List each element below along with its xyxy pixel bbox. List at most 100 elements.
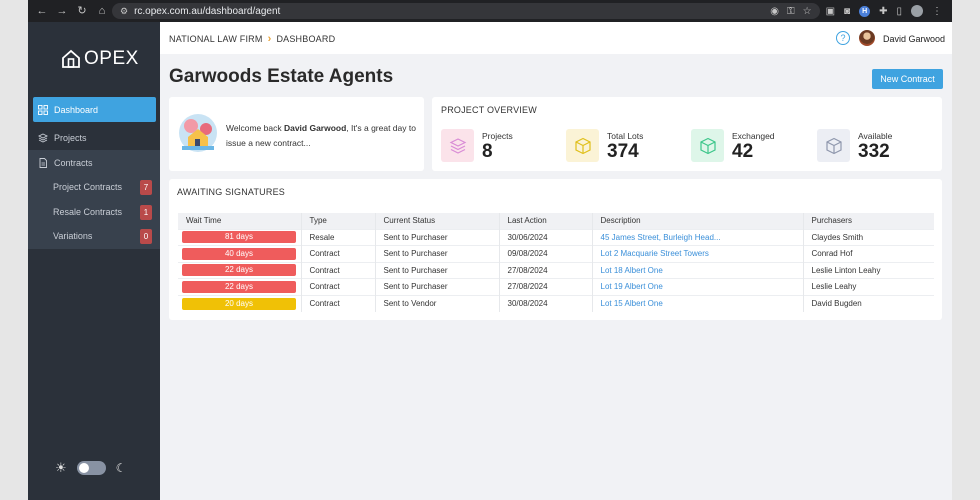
cube-icon [817, 129, 850, 162]
stat-total-lots[interactable]: Total Lots 374 [566, 129, 686, 163]
top-bar: NATIONAL LAW FIRM › DASHBOARD ? David Ga… [160, 22, 952, 54]
house-logo-icon [62, 49, 80, 68]
description-link[interactable]: Lot 19 Albert One [601, 282, 663, 291]
status-cell: Sent to Purchaser [374, 261, 499, 279]
wait-cell: 22 days [178, 278, 301, 295]
table-row[interactable]: 81 days Resale Sent to Purchaser 30/06/2… [178, 228, 934, 246]
description-link[interactable]: Lot 15 Albert One [601, 299, 663, 308]
purchasers-cell: Conrad Hof [802, 245, 934, 262]
description-link[interactable]: 45 James Street, Burleigh Head... [601, 233, 721, 242]
camera-icon[interactable]: ◙ [844, 6, 850, 17]
reload-icon[interactable]: ↻ [76, 5, 88, 17]
wait-cell: 22 days [178, 261, 301, 279]
last-action-cell: 27/08/2024 [498, 278, 592, 295]
table-row[interactable]: 40 days Contract Sent to Purchaser 09/08… [178, 245, 934, 262]
description-cell: Lot 18 Albert One [591, 261, 803, 279]
extension-icon[interactable]: ▣ [826, 6, 835, 17]
grid-icon [38, 104, 48, 115]
stat-value: 8 [482, 141, 493, 162]
stat-available[interactable]: Available 332 [817, 129, 937, 163]
breadcrumb-item-dashboard[interactable]: DASHBOARD [276, 34, 335, 44]
url-text[interactable]: rc.opex.com.au/dashboard/agent [134, 6, 770, 17]
column-header-last-action[interactable]: Last Action [498, 213, 592, 229]
cube-icon [566, 129, 599, 162]
back-icon[interactable]: ← [36, 5, 48, 17]
signatures-title: AWAITING SIGNATURES [177, 187, 285, 197]
avatar[interactable] [859, 30, 875, 46]
description-link[interactable]: Lot 18 Albert One [601, 266, 663, 275]
sidebar-subitem-variations[interactable]: Variations 0 [28, 224, 160, 249]
bookmark-star-icon[interactable]: ☆ [803, 6, 812, 17]
purchasers-cell: Claydes Smith [802, 228, 934, 246]
type-cell: Resale [300, 228, 375, 246]
chevron-right-icon: › [267, 33, 272, 45]
welcome-name: David Garwood [283, 123, 347, 133]
purchasers-cell: David Bugden [802, 294, 934, 312]
layers-icon [38, 132, 48, 143]
extensions-area: ▣ ◙ H ✚ ▯ ⋮ [826, 5, 952, 17]
signatures-table: Wait Time Type Current Status Last Actio… [178, 213, 934, 312]
type-cell: Contract [300, 294, 375, 312]
column-header-wait-time[interactable]: Wait Time [178, 213, 301, 229]
column-header-type[interactable]: Type [300, 213, 375, 229]
stat-label: Total Lots [607, 131, 644, 141]
wait-cell: 20 days [178, 294, 301, 312]
column-header-purchasers[interactable]: Purchasers [802, 213, 934, 229]
overview-title: PROJECT OVERVIEW [441, 105, 537, 115]
sidebar-subitem-resale-contracts[interactable]: Resale Contracts 1 [28, 200, 160, 225]
column-header-status[interactable]: Current Status [374, 213, 499, 229]
status-cell: Sent to Purchaser [374, 278, 499, 295]
page-title: Garwoods Estate Agents [169, 66, 394, 87]
address-bar[interactable]: ⚙ rc.opex.com.au/dashboard/agent ◉ ⚿ ☆ [112, 3, 820, 19]
site-settings-icon[interactable]: ⚙ [120, 6, 128, 17]
breadcrumb-item-firm[interactable]: NATIONAL LAW FIRM [169, 34, 263, 44]
stat-projects[interactable]: Projects 8 [441, 129, 561, 163]
forward-icon[interactable]: → [56, 5, 68, 17]
theme-toggle: ☀ ☾ [55, 460, 126, 476]
stat-value: 374 [607, 141, 639, 162]
extension-badge-icon[interactable]: H [859, 5, 871, 17]
table-row[interactable]: 22 days Contract Sent to Purchaser 27/08… [178, 278, 934, 295]
wait-time-badge: 20 days [182, 297, 296, 310]
sidebar-item-dashboard[interactable]: Dashboard [33, 97, 156, 122]
stat-exchanged[interactable]: Exchanged 42 [691, 129, 811, 163]
subitem-label: Resale Contracts [53, 206, 123, 217]
browser-toolbar: ← → ↻ ⌂ ⚙ rc.opex.com.au/dashboard/agent… [28, 0, 952, 22]
opex-logo[interactable]: OPEX [61, 48, 139, 70]
window-gutter-right [952, 0, 980, 500]
wait-cell: 40 days [178, 245, 301, 262]
new-contract-button[interactable]: New Contract [872, 69, 943, 89]
user-name[interactable]: David Garwood [883, 34, 945, 44]
puzzle-icon[interactable]: ✚ [879, 6, 887, 17]
sidepanel-icon[interactable]: ▯ [896, 6, 902, 17]
switch-knob [78, 463, 89, 473]
last-action-cell: 30/06/2024 [498, 228, 592, 246]
stat-label: Projects [482, 131, 513, 141]
project-overview-card: PROJECT OVERVIEW Projects 8 Total Lots 3 [432, 97, 942, 171]
house-illustration-icon [179, 114, 217, 152]
home-icon[interactable]: ⌂ [96, 5, 108, 17]
sidebar-item-contracts[interactable]: Contracts [28, 150, 160, 175]
document-icon [39, 157, 47, 168]
sidebar-item-label: Dashboard [54, 104, 99, 115]
key-icon[interactable]: ⚿ [787, 6, 795, 17]
description-link[interactable]: Lot 2 Macquarie Street Towers [601, 249, 709, 258]
status-cell: Sent to Vendor [374, 294, 499, 312]
profile-avatar[interactable] [911, 5, 923, 17]
window-gutter-left [0, 0, 28, 500]
help-icon[interactable]: ? [836, 31, 850, 45]
contracts-group: Contracts Project Contracts 7 Resale Con… [28, 150, 160, 249]
dark-mode-switch[interactable] [76, 461, 106, 475]
table-row[interactable]: 20 days Contract Sent to Vendor 30/08/20… [178, 294, 934, 312]
wait-cell: 81 days [178, 228, 301, 246]
breadcrumb: NATIONAL LAW FIRM › DASHBOARD [169, 33, 335, 45]
sidebar: OPEX Dashboard Projects Contracts Projec… [28, 22, 160, 500]
sidebar-subitem-project-contracts[interactable]: Project Contracts 7 [28, 175, 160, 200]
awaiting-signatures-card: AWAITING SIGNATURES Wait Time Type Curre… [169, 179, 942, 320]
table-row[interactable]: 22 days Contract Sent to Purchaser 27/08… [178, 261, 934, 279]
column-header-description[interactable]: Description [591, 213, 803, 229]
sidebar-item-projects[interactable]: Projects [28, 125, 160, 150]
kebab-menu-icon[interactable]: ⋮ [932, 6, 942, 17]
location-icon[interactable]: ◉ [770, 6, 779, 17]
last-action-cell: 09/08/2024 [498, 245, 592, 262]
